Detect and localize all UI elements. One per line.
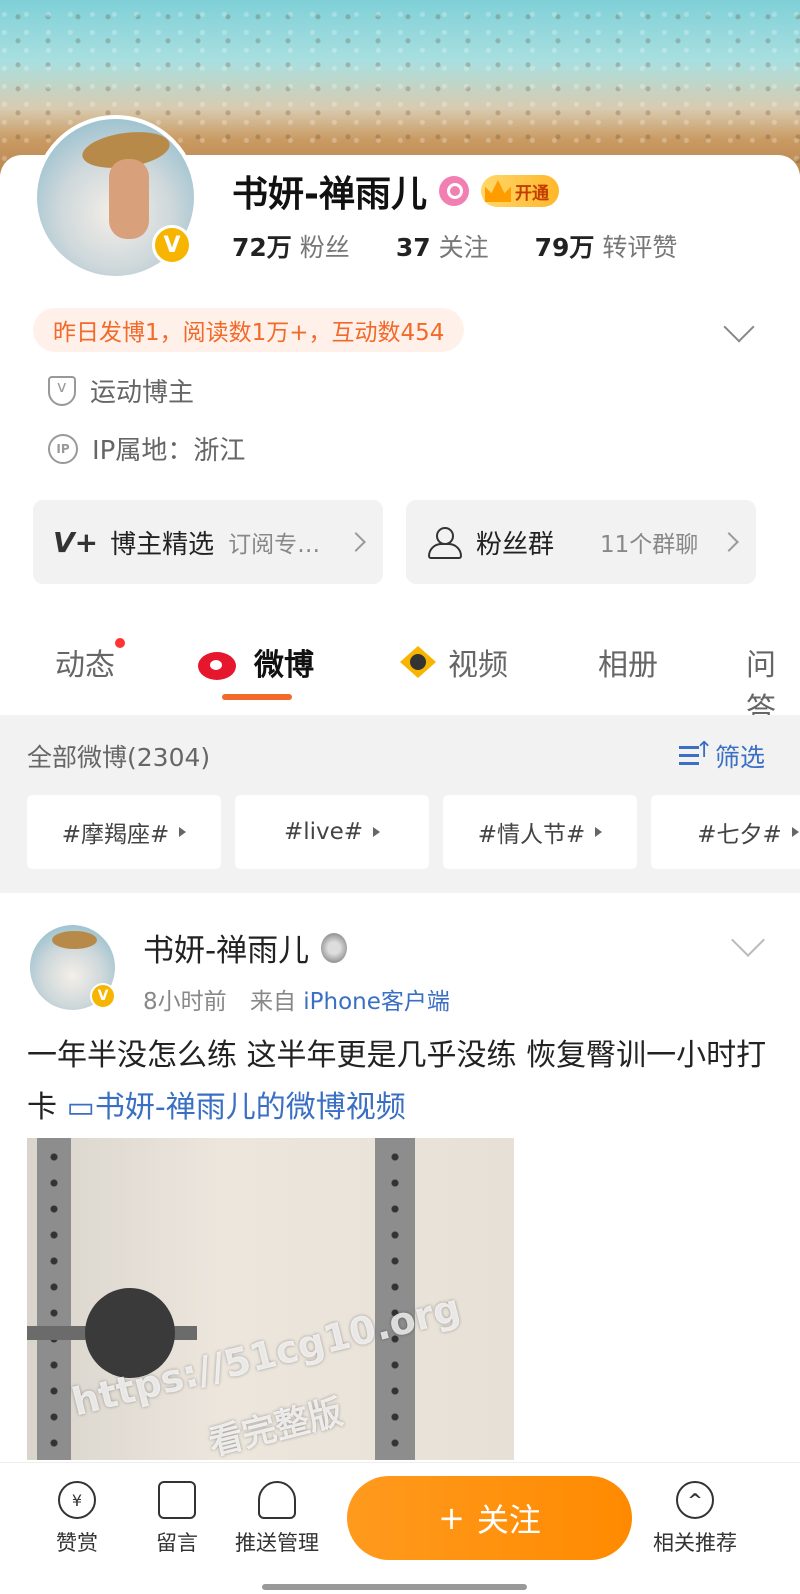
stat-following[interactable]: 37 关注 <box>396 228 489 264</box>
post-author[interactable]: 书妍-禅雨儿 <box>143 925 348 970</box>
post-meta: 8小时前 来自 iPhone客户端 <box>143 982 450 1016</box>
post-video-link[interactable]: ▭书妍-禅雨儿的微博视频 <box>67 1090 406 1125</box>
heart-yuan-icon: ¥ <box>58 1481 96 1519</box>
play-triangle-icon <box>595 827 603 837</box>
profile-name-row: 书妍-禅雨儿 开通 <box>232 165 559 217</box>
topic-chip[interactable]: #摩羯座# <box>27 795 221 869</box>
filter-label: 筛选 <box>714 743 765 772</box>
ip-row: IP IP属地：浙江 <box>48 430 245 467</box>
profile-page: V 书妍-禅雨儿 开通 72万 粉丝 37 关注 79万 转评赞 昨日发博1，阅读数1… <box>0 0 800 1594</box>
tab-album[interactable]: 相册 <box>598 640 658 684</box>
from-label: 来自 <box>249 989 296 1015</box>
bell-plus-icon <box>258 1481 296 1519</box>
topic-chips: #摩羯座# #live# #情人节# #七夕# <box>27 795 800 869</box>
weibo-icon <box>198 644 244 680</box>
fan-group-title: 粉丝群 <box>476 529 555 560</box>
profile-tabs: 动态 微博 视频 相册 问答 <box>0 610 800 727</box>
ip-icon: IP <box>48 433 78 464</box>
featured-box[interactable]: V+ 博主精选 订阅专… <box>33 500 383 584</box>
profile-stats: 72万 粉丝 37 关注 79万 转评赞 <box>232 228 677 264</box>
ip-location: IP属地：浙江 <box>92 436 246 466</box>
comment-button[interactable]: 留言 <box>122 1481 232 1557</box>
people-icon <box>426 527 464 559</box>
follow-button[interactable]: + 关注 <box>347 1476 632 1560</box>
vip-open-button[interactable]: 开通 <box>480 175 559 207</box>
plus-icon: + <box>438 1499 465 1537</box>
topic-chip[interactable]: #七夕# <box>651 795 800 869</box>
watermark-text-2: 看完整版 <box>205 1392 347 1460</box>
featured-title: 博主精选 <box>110 529 215 560</box>
tab-weibo[interactable]: 微博 <box>198 640 314 684</box>
post-client[interactable]: iPhone客户端 <box>303 989 450 1015</box>
play-triangle-icon <box>791 827 799 837</box>
featured-sub: 订阅专… <box>228 532 321 558</box>
tab-dynamic[interactable]: 动态 <box>55 638 125 684</box>
vip-label: 开通 <box>514 183 549 204</box>
tag-row: 运动博主 <box>48 372 194 409</box>
topic-chip[interactable]: #live# <box>235 795 429 869</box>
tab-video[interactable]: 视频 <box>398 640 508 684</box>
activity-summary[interactable]: 昨日发博1，阅读数1万+，互动数454 <box>33 308 465 352</box>
chevron-right-icon <box>346 532 366 552</box>
video-icon <box>398 646 438 678</box>
post-video-thumbnail[interactable]: https://51cg10.org 看完整版 <box>27 1138 514 1460</box>
post-text: 一年半没怎么练 这半年更是几乎没练 恢复臀训一小时打卡 ▭书妍-禅雨儿的微博视频 <box>27 1030 767 1134</box>
chat-icon <box>158 1481 196 1519</box>
profile-name: 书妍-禅雨儿 <box>232 174 427 215</box>
unread-dot-icon <box>115 638 125 648</box>
crown-icon <box>484 180 511 202</box>
medal-icon <box>321 932 348 963</box>
home-indicator[interactable] <box>262 1584 527 1590</box>
v-plus-icon: V+ <box>53 525 99 559</box>
fan-group-sub: 11个群聊 <box>600 532 699 558</box>
chevron-right-icon <box>719 532 739 552</box>
chevron-up-icon: ^ <box>676 1481 714 1519</box>
stat-followers[interactable]: 72万 粉丝 <box>232 228 350 264</box>
push-manage-button[interactable]: 推送管理 <box>222 1481 332 1557</box>
post-time: 8小时前 <box>143 989 227 1015</box>
all-posts-count[interactable]: 全部微博(2304) <box>27 738 210 774</box>
stat-interactions[interactable]: 79万 转评赞 <box>535 228 678 264</box>
filter-button[interactable]: 筛选 <box>678 738 765 774</box>
reward-button[interactable]: ¥ 赞赏 <box>22 1481 132 1557</box>
post-menu-chevron-icon[interactable] <box>731 923 765 957</box>
shield-icon <box>48 375 76 406</box>
profile-tag: 运动博主 <box>90 378 195 408</box>
active-tab-indicator <box>222 694 292 700</box>
filter-icon <box>678 738 713 768</box>
fan-group-box[interactable]: 粉丝群 11个群聊 <box>406 500 756 584</box>
play-triangle-icon <box>373 827 381 837</box>
play-triangle-icon <box>179 827 187 837</box>
verified-badge-small-icon: V <box>90 983 116 1009</box>
related-button[interactable]: ^ 相关推荐 <box>640 1481 750 1557</box>
follow-label: 关注 <box>476 1501 541 1539</box>
topic-chip[interactable]: #情人节# <box>443 795 637 869</box>
verified-badge-icon: V <box>152 225 192 265</box>
search-badge-icon[interactable] <box>438 176 469 206</box>
